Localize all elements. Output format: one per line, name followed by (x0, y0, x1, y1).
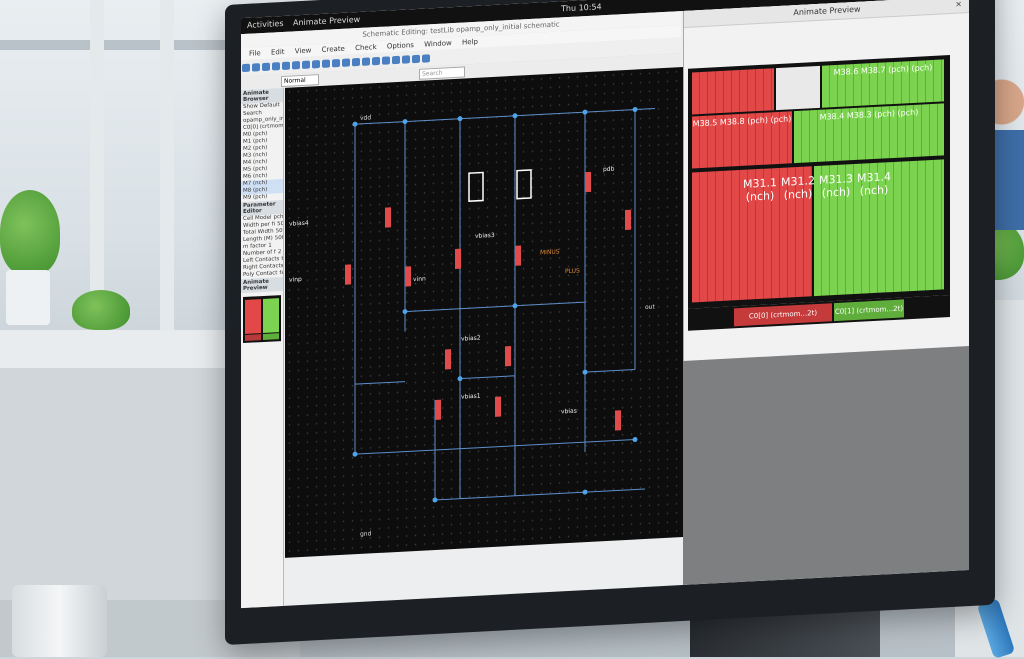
param-value[interactable]: 2 (278, 249, 282, 255)
param-value[interactable]: 500.0n (275, 235, 283, 241)
pin-vbias1[interactable]: vbias1 (461, 393, 481, 401)
open-icon[interactable] (252, 63, 260, 72)
screen: Activities Animate Preview Thu 10:54 ⏻ S… (241, 0, 969, 609)
move-icon[interactable] (292, 61, 300, 70)
save-icon[interactable] (262, 62, 270, 72)
selected-transistor[interactable] (468, 171, 484, 203)
param-name: Poly Contact (243, 270, 278, 279)
pin-vbias4[interactable]: vbias4 (289, 220, 309, 228)
left-panel: Animate Browser Show Default Search opam… (241, 87, 284, 609)
menu-create[interactable]: Create (322, 45, 345, 54)
legend-item-red[interactable]: C0[0] (crtmom...2t) (734, 303, 832, 327)
app-menu[interactable]: Animate Preview (293, 15, 360, 28)
param-value[interactable]: 1 (268, 243, 272, 249)
mini-preview-title: Animate Preview (241, 276, 283, 294)
monitor: Activities Animate Preview Thu 10:54 ⏻ S… (225, 0, 995, 650)
plant (72, 290, 130, 330)
animate-preview-title: Animate Preview (793, 4, 861, 18)
instance-icon[interactable] (392, 55, 400, 65)
clock[interactable]: Thu 10:54 (561, 2, 602, 13)
pin-vinn[interactable]: vinn (413, 275, 426, 283)
pot (6, 270, 50, 325)
selected-transistor[interactable] (516, 169, 532, 200)
desk (0, 330, 260, 370)
param-value[interactable]: 50u (277, 221, 283, 227)
menu-options[interactable]: Options (387, 41, 414, 50)
param-value[interactable]: pch (274, 214, 283, 220)
menu-window[interactable]: Window (424, 39, 452, 48)
run-icon[interactable] (422, 54, 430, 63)
preview-cell[interactable] (776, 65, 820, 111)
param-value[interactable]: 50u (276, 228, 283, 234)
menu-view[interactable]: View (295, 46, 312, 55)
net-minus: MINUS (540, 248, 560, 256)
pin-pdb[interactable]: pdb (603, 166, 615, 174)
empty-workspace (683, 346, 969, 585)
cell-label: M31.4 (nch) (857, 170, 891, 198)
mode-select[interactable]: Normal (281, 74, 319, 88)
tree: opamp_only_initial C0[0] (crtmom...) M0 (p… (241, 116, 283, 202)
menu-file[interactable]: File (249, 49, 261, 58)
preview-cell[interactable]: M38.6 M38.7 (pch) (pch) (822, 59, 944, 108)
monitor-bezel: Activities Animate Preview Thu 10:54 ⏻ S… (225, 0, 995, 646)
stretch-icon[interactable] (312, 60, 320, 69)
pin-vbias3[interactable]: vbias3 (475, 232, 495, 240)
cell-label: M31.1 (nch) (743, 176, 777, 204)
mini-preview (243, 295, 281, 344)
menu-check[interactable]: Check (355, 43, 377, 52)
plant (0, 190, 60, 275)
zoom-in-icon[interactable] (352, 57, 360, 67)
pin-vbias2[interactable]: vbias2 (461, 335, 481, 343)
schematic-drawing: vbias4 vbias3 vbias2 vbias1 vbias vinp v… (289, 107, 655, 538)
preview-grid: M38.6 M38.7 (pch) (pch) M38.5 M38.8 (pch… (688, 55, 950, 309)
preview-cell[interactable]: M38.5 M38.8 (pch) (pch) (692, 111, 792, 169)
redo-icon[interactable] (282, 61, 290, 71)
pin-vbias[interactable]: vbias (561, 408, 577, 416)
play-icon[interactable] (412, 54, 420, 64)
pin-vinp[interactable]: vinp (289, 276, 302, 284)
net-plus: PLUS (565, 267, 580, 275)
menu-edit[interactable]: Edit (271, 48, 285, 57)
shelf (0, 40, 230, 50)
param-list: Cell Model pch Width per fi 50u Total Width 5… (241, 214, 283, 279)
param-value[interactable]: false (279, 270, 283, 276)
menu-help[interactable]: Help (462, 38, 478, 47)
label-icon[interactable] (402, 55, 410, 64)
preview-cell[interactable]: M38.4 M38.3 (pch) (pch) (794, 103, 944, 164)
preview-cell[interactable] (692, 68, 774, 115)
pin-out[interactable]: out (645, 303, 655, 311)
pin-icon[interactable] (342, 58, 350, 67)
check-icon[interactable] (382, 56, 390, 65)
net-gnd: gnd (360, 530, 372, 538)
delete-icon[interactable] (322, 59, 330, 68)
legend-item-green[interactable]: C0[1] (crtmom...2t) (834, 299, 904, 322)
param-name: m factor (243, 242, 267, 251)
metal-part (12, 585, 107, 657)
net-vdd: vdd (360, 114, 371, 122)
fit-icon[interactable] (372, 56, 380, 66)
cell-label: M31.3 (nch) (819, 172, 853, 200)
new-icon[interactable] (242, 63, 250, 73)
animate-preview-window: Animate Preview × M38.6 M38.7 (pch) (pch… (683, 0, 969, 361)
param-value[interactable]: true (281, 256, 283, 262)
activities-button[interactable]: Activities (247, 19, 284, 30)
cell-label: M31.2 (nch) (781, 174, 815, 202)
schematic-canvas[interactable]: vbias4 vbias3 vbias2 vbias1 vbias vinp v… (285, 66, 683, 558)
copy-icon[interactable] (302, 60, 310, 69)
undo-icon[interactable] (272, 62, 280, 71)
zoom-out-icon[interactable] (362, 57, 370, 66)
wire-icon[interactable] (332, 58, 340, 68)
close-icon[interactable]: × (955, 0, 962, 13)
